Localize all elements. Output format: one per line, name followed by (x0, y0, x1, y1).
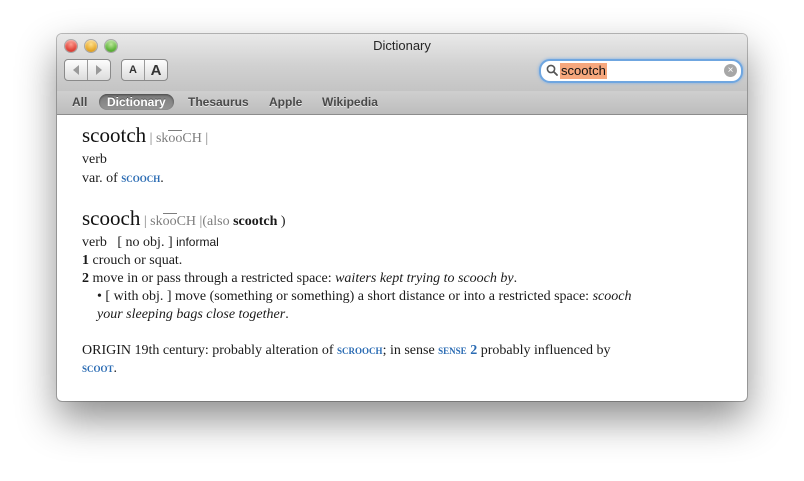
entry-2-origin-cont: scoot. (82, 360, 118, 376)
forward-arrow-icon (96, 65, 102, 75)
entry-2-subsense: • [ with obj. ] move (something or somet… (97, 289, 632, 304)
clear-icon[interactable]: × (724, 64, 737, 77)
forward-button[interactable] (87, 60, 110, 80)
entry-1-headword: scootch (82, 123, 147, 147)
entry-2-sense-1: 1 crouch or squat. (82, 253, 183, 268)
tab-thesaurus[interactable]: Thesaurus (180, 94, 257, 110)
entry-1-pronunciation: | skooCH | (149, 130, 209, 146)
back-button[interactable] (65, 60, 87, 80)
magnifier-icon (546, 64, 558, 76)
link-sense-number[interactable]: 2 (470, 343, 477, 358)
entry-2-pronunciation: | skooCH |(also (143, 213, 230, 229)
entry-2-sense-2: 2 move in or pass through a restricted s… (82, 271, 518, 286)
link-sense[interactable]: sense (438, 342, 467, 357)
entry-2-headword: scooch (82, 206, 141, 230)
entry-2-subsense-cont: your sleeping bags close together. (97, 307, 289, 322)
source-tabs: All Dictionary Thesaurus Apple Wikipedia (57, 91, 747, 115)
entry-1-pos: verb (82, 152, 107, 167)
dictionary-window: Dictionary A A scootch × All Dictionary … (57, 34, 747, 401)
entry-2-also-word: scootch (233, 214, 278, 229)
entry-1-variant: var. of scooch. (82, 170, 164, 186)
tab-dictionary[interactable]: Dictionary (99, 94, 174, 110)
tab-apple[interactable]: Apple (261, 94, 310, 110)
search-field[interactable]: scootch × (539, 59, 743, 83)
navigation-segment (64, 59, 111, 81)
link-scrooch[interactable]: scrooch (337, 342, 383, 357)
entry-2-pos-line: verb [ no obj. ] informal (82, 235, 219, 250)
entry-2-header: scooch | skooCH |(also scootch ) (82, 206, 286, 230)
tab-all[interactable]: All (64, 94, 95, 110)
font-size-segment: A A (121, 59, 168, 81)
entry-2-register: informal (176, 235, 219, 249)
entry-1-header: scootch | skooCH | (82, 123, 208, 148)
link-scoot[interactable]: scoot (82, 360, 114, 375)
titlebar: Dictionary A A scootch × (57, 34, 747, 92)
back-arrow-icon (73, 65, 79, 75)
tab-wikipedia[interactable]: Wikipedia (314, 94, 386, 110)
window-title: Dictionary (373, 38, 431, 53)
entry-2-origin: ORIGIN 19th century: probably alteration… (82, 342, 611, 358)
link-scooch[interactable]: scooch (121, 170, 160, 185)
entry-2-grammar: [ no obj. ] (117, 235, 173, 250)
increase-font-button[interactable]: A (144, 60, 167, 80)
search-input[interactable]: scootch (560, 63, 607, 79)
decrease-font-button[interactable]: A (122, 60, 144, 80)
